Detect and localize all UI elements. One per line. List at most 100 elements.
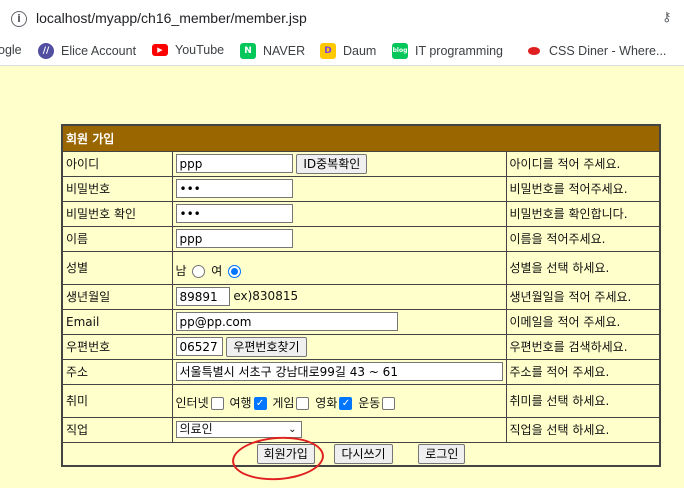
form-title: 회원 가입 [61,124,661,152]
key-icon[interactable]: ⚷ [662,10,672,25]
cell-job: 의료인 ⌄ [171,416,507,443]
hobby-game-checkbox[interactable] [296,397,310,410]
label-email: Email [61,308,173,335]
row-birthday: 생년월일 ex)830815 생년월일을 적어 주세요. [61,283,661,310]
hint-birthday: 생년월일을 적어 주세요. [505,283,661,310]
email-input[interactable] [175,312,398,331]
label-gender: 성별 [61,250,173,285]
gender-male-radio[interactable] [192,265,206,278]
hobby-movie-label: 영화 [315,396,338,410]
bookmarks-bar: ogle // Elice Account ▶ YouTube N NAVER … [0,38,684,66]
row-password-confirm: 비밀번호 확인 비밀번호를 확인합니다. [61,200,661,227]
reset-button[interactable]: 다시쓰기 [334,443,393,464]
job-select[interactable]: 의료인 ⌄ [175,421,302,438]
bookmark-label: CSS Diner - Where... [549,44,667,58]
login-button[interactable]: 로그인 [418,443,466,464]
bookmark-label: ogle [0,43,22,57]
hint-password-confirm: 비밀번호를 확인합니다. [505,200,661,227]
row-job: 직업 의료인 ⌄ 직업을 선택 하세요. [61,416,661,443]
label-job: 직업 [61,416,173,443]
row-gender: 성별 남 여 성별을 선택 하세요. [61,250,661,285]
bookmark-label: YouTube [175,43,225,57]
zipcode-search-button[interactable]: 우편번호찾기 [226,336,307,357]
hobby-travel-checkbox[interactable]: ✓ [253,397,267,410]
hobby-exercise-checkbox[interactable] [382,397,396,410]
bookmark-youtube[interactable]: ▶ YouTube [152,43,224,57]
hobby-travel-label: 여행 [229,396,252,410]
hint-job: 직업을 선택 하세요. [505,416,661,443]
bookmark-label: IT programming [415,44,503,58]
row-zipcode: 우편번호 우편번호찾기 우편번호를 검색하세요. [61,333,661,360]
daum-icon: D [320,43,336,59]
row-hobby: 취미 인터넷 여행 ✓ 게임 영화 ✓ 운동 취미를 선택 하세요. [61,383,661,418]
hint-gender: 성별을 선택 하세요. [505,250,661,285]
hobby-game-label: 게임 [272,396,295,410]
password-input[interactable] [175,179,293,198]
row-name: 이름 이름을 적어주세요. [61,225,661,252]
row-email: Email 이메일을 적어 주세요. [61,308,661,335]
elice-icon: // [38,43,54,59]
id-input[interactable] [175,154,293,173]
hint-address: 주소를 적어 주세요. [505,358,661,385]
row-buttons: 회원가입 다시쓰기 로그인 [61,441,661,467]
zipcode-input[interactable] [175,337,223,356]
bookmark-naver[interactable]: N NAVER [240,43,305,59]
cell-gender: 남 여 [171,250,507,285]
id-check-button[interactable]: ID중복확인 [296,153,368,174]
hobby-internet-checkbox[interactable] [210,397,224,410]
label-hobby: 취미 [61,383,173,418]
bookmark-label: NAVER [263,44,306,58]
label-id: 아이디 [61,150,173,177]
url-text[interactable]: localhost/myapp/ch16_member/member.jsp [36,10,307,26]
label-birthday: 생년월일 [61,283,173,310]
cell-address [171,358,507,385]
row-address: 주소 주소를 적어 주세요. [61,358,661,385]
label-name: 이름 [61,225,173,252]
hobby-movie-checkbox[interactable]: ✓ [339,397,353,410]
bookmark-daum[interactable]: D Daum [320,43,376,59]
bookmark-css-diner[interactable]: CSS Diner - Where... [526,43,666,59]
cell-password [171,175,507,202]
label-address: 주소 [61,358,173,385]
cell-buttons: 회원가입 다시쓰기 로그인 [61,441,661,467]
cell-hobby: 인터넷 여행 ✓ 게임 영화 ✓ 운동 [171,383,507,418]
row-id: 아이디 ID중복확인 아이디를 적어 주세요. [61,150,661,177]
cell-name [171,225,507,252]
gender-male-label: 남 [175,264,187,278]
bookmark-google[interactable]: ogle [0,43,22,57]
gender-female-radio[interactable] [228,265,242,278]
info-icon[interactable]: i [11,11,27,27]
css-diner-icon [526,43,542,59]
hobby-internet-label: 인터넷 [175,396,209,410]
hint-password: 비밀번호를 적어주세요. [505,175,661,202]
bookmark-it-programming[interactable]: blog IT programming [392,43,503,59]
hint-email: 이메일을 적어 주세요. [505,308,661,335]
address-input[interactable] [175,362,503,381]
gender-female-label: 여 [211,264,223,278]
bookmark-label: Elice Account [61,44,137,58]
birthday-input[interactable] [175,287,230,306]
job-select-value: 의료인 [179,422,213,436]
cell-zipcode: 우편번호찾기 [171,333,507,360]
youtube-icon: ▶ [152,44,168,56]
row-password: 비밀번호 비밀번호를 적어주세요. [61,175,661,202]
cell-email [171,308,507,335]
chevron-down-icon: ⌄ [288,424,297,435]
password-confirm-input[interactable] [175,204,293,223]
label-password: 비밀번호 [61,175,173,202]
cell-password-confirm [171,200,507,227]
hint-zipcode: 우편번호를 검색하세요. [505,333,661,360]
label-password-confirm: 비밀번호 확인 [61,200,173,227]
hint-id: 아이디를 적어 주세요. [505,150,661,177]
blog-icon: blog [392,43,408,59]
name-input[interactable] [175,229,293,248]
birthday-example: ex)830815 [233,289,299,303]
cell-birthday: ex)830815 [171,283,507,310]
bookmark-label: Daum [343,44,377,58]
hint-name: 이름을 적어주세요. [505,225,661,252]
naver-icon: N [240,43,256,59]
member-form-table: 회원 가입 아이디 ID중복확인 아이디를 적어 주세요. 비밀번호 비밀번호를… [61,124,661,467]
bookmark-elice[interactable]: // Elice Account [38,43,136,59]
hobby-exercise-label: 운동 [358,396,381,410]
address-bar[interactable]: i localhost/myapp/ch16_member/member.jsp… [0,0,684,38]
